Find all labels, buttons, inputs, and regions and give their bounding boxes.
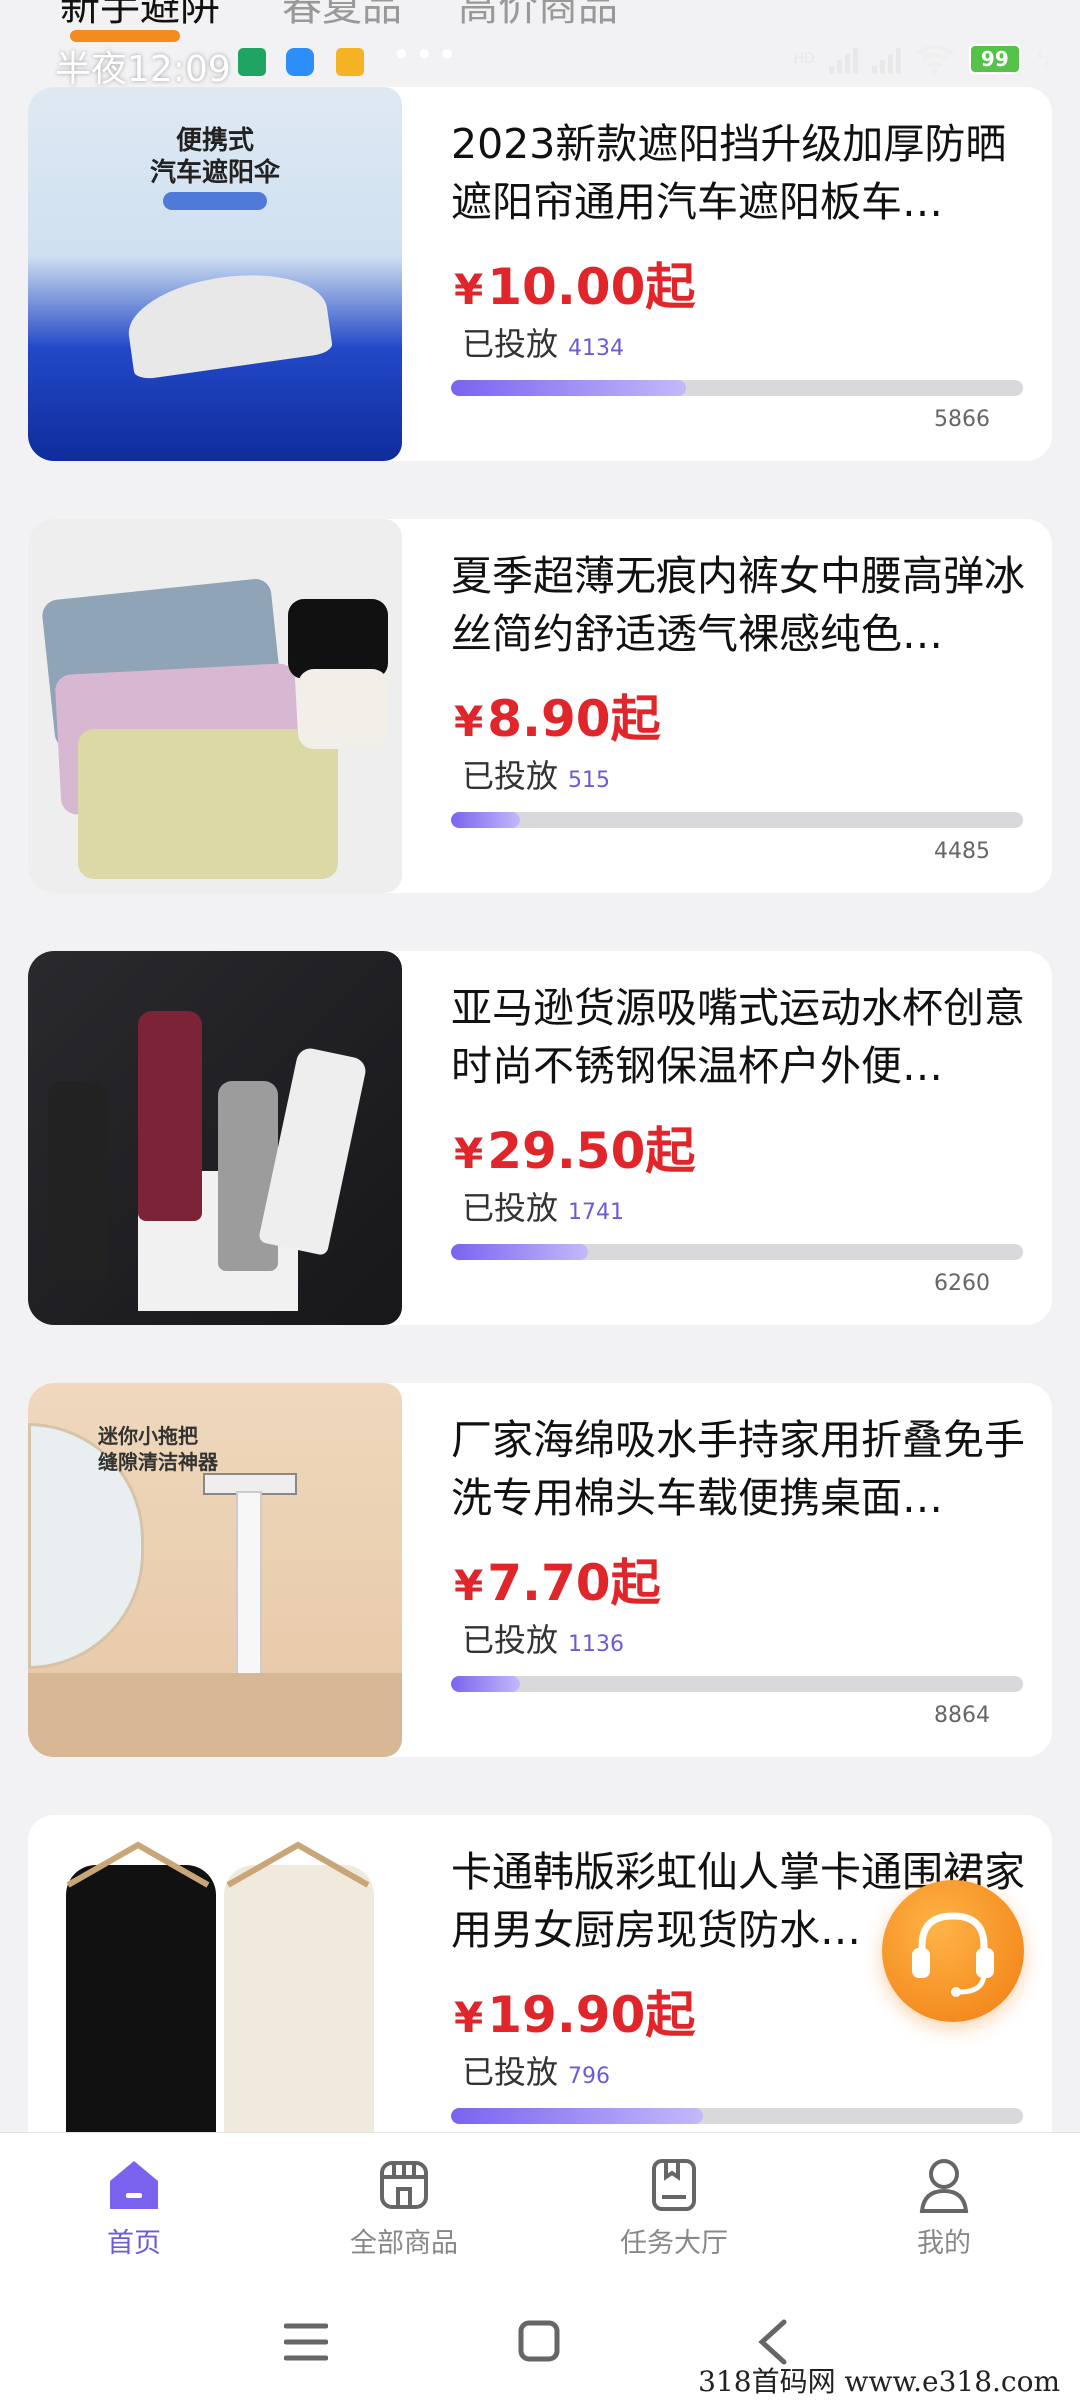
message-icon — [336, 48, 364, 76]
placed-count: 515 — [568, 768, 611, 793]
product-title[interactable]: 亚马逊货源吸嘴式运动水杯创意时尚不锈钢保温杯户外便… — [451, 979, 1031, 1095]
headset-icon — [912, 1912, 994, 1997]
nav-task-hall-label: 任务大厅 — [620, 2228, 728, 2259]
nav-profile-label: 我的 — [917, 2228, 971, 2259]
status-time: 半夜12:09 — [55, 49, 231, 90]
placed-count: 796 — [568, 2064, 611, 2089]
wifi-icon — [915, 45, 955, 74]
remaining-count: 6260 — [934, 1271, 990, 1296]
product-card[interactable]: 便携式 汽车遮阳伞 2023新款遮阳挡升级加厚防晒遮阳帘通用汽车遮阳板车… ¥1… — [28, 87, 1052, 461]
progress-bar — [451, 1676, 1023, 1692]
product-card[interactable]: 迷你小拖把 缝隙清洁神器 厂家海绵吸水手持家用折叠免手洗专用棉头车载便携桌面… … — [28, 1383, 1052, 1757]
status-bar: 半夜12:09 ••• HD 99 ϟ — [0, 36, 1080, 90]
product-image[interactable] — [28, 951, 402, 1325]
product-image[interactable]: 便携式 汽车遮阳伞 — [28, 87, 402, 461]
signal-icon — [828, 44, 858, 74]
progress-fill — [451, 1676, 520, 1692]
placed-info: 已投放 4134 — [462, 325, 625, 363]
product-title[interactable]: 厂家海绵吸水手持家用折叠免手洗专用棉头车载便携桌面… — [451, 1411, 1031, 1527]
cloth-white — [298, 669, 388, 749]
remaining-count: 4485 — [934, 839, 990, 864]
floor-shape — [28, 1673, 402, 1757]
watermark: 318首码网 www.e318.com — [698, 2365, 1060, 2398]
battery-icon: 99 — [968, 44, 1021, 74]
nav-all-products-label: 全部商品 — [350, 2228, 458, 2259]
product-image-caption: 便携式 汽车遮阳伞 — [149, 126, 280, 188]
remaining-count: 5866 — [934, 407, 990, 432]
cloud-icon — [286, 48, 314, 76]
progress-fill — [451, 380, 686, 396]
system-nav-bar: 318首码网 www.e318.com — [0, 2282, 1080, 2400]
placed-info: 已投放 796 — [462, 2053, 611, 2091]
product-price: ¥7.70起 — [454, 1554, 661, 1612]
progress-bar — [451, 2108, 1023, 2124]
tab-newbie[interactable]: 新手避阱 — [60, 0, 220, 32]
charging-icon: ϟ — [1034, 44, 1052, 74]
progress-bar — [451, 812, 1023, 828]
hanger-icons — [66, 1841, 370, 1888]
product-title[interactable]: 夏季超薄无痕内裤女中腰高弹冰丝简约舒适透气裸感纯色… — [451, 547, 1031, 663]
home-icon — [106, 2157, 162, 2213]
status-right: HD 99 ϟ — [794, 44, 1052, 74]
cloth-black — [288, 599, 388, 679]
progress-fill — [451, 812, 520, 828]
tab-spring-summer[interactable]: 春夏品 — [282, 0, 402, 32]
task-icon — [646, 2157, 702, 2213]
bottom-nav: 首页 全部商品 任务大厅 我的 — [0, 2132, 1080, 2283]
customer-service-button[interactable] — [882, 1880, 1024, 2022]
menu-icon[interactable] — [284, 2322, 328, 2362]
more-notifications-icon: ••• — [392, 36, 461, 74]
signal-icon-2 — [871, 44, 901, 74]
product-image-caption: 迷你小拖把 缝隙清洁神器 — [98, 1424, 218, 1474]
product-image[interactable]: 迷你小拖把 缝隙清洁神器 — [28, 1383, 402, 1757]
product-price: ¥29.50起 — [454, 1122, 696, 1180]
image-pill — [163, 192, 267, 210]
placed-count: 1136 — [568, 1632, 625, 1657]
download-icon — [238, 48, 266, 76]
product-price: ¥19.90起 — [454, 1986, 696, 2044]
nav-all-products[interactable]: 全部商品 — [304, 2147, 504, 2260]
profile-icon — [916, 2157, 972, 2213]
back-icon[interactable] — [756, 2318, 790, 2366]
progress-bar — [451, 1244, 1023, 1260]
progress-fill — [451, 2108, 703, 2124]
progress-fill — [451, 1244, 589, 1260]
bottle-black — [48, 1081, 108, 1281]
umbrella-shape — [122, 263, 334, 381]
tab-high-price[interactable]: 高价商品 — [458, 0, 618, 32]
placed-count: 1741 — [568, 1200, 625, 1225]
product-card[interactable]: 夏季超薄无痕内裤女中腰高弹冰丝简约舒适透气裸感纯色… ¥8.90起 已投放 515… — [28, 519, 1052, 893]
progress-bar — [451, 380, 1023, 396]
nav-profile[interactable]: 我的 — [844, 2147, 1044, 2260]
bottle-red — [138, 1011, 202, 1221]
placed-count: 4134 — [568, 336, 625, 361]
nav-task-hall[interactable]: 任务大厅 — [574, 2147, 774, 2260]
product-price: ¥10.00起 — [454, 258, 696, 316]
product-title[interactable]: 2023新款遮阳挡升级加厚防晒遮阳帘通用汽车遮阳板车… — [451, 115, 1031, 231]
remaining-count: 8864 — [934, 1703, 990, 1728]
placed-info: 已投放 1136 — [462, 1621, 625, 1659]
placed-info: 已投放 1741 — [462, 1189, 625, 1227]
product-image[interactable] — [28, 519, 402, 893]
placed-info: 已投放 515 — [462, 757, 611, 795]
hd-label: HD — [793, 51, 815, 67]
store-icon — [376, 2157, 432, 2213]
cloth-yellow — [78, 729, 338, 879]
home-square-icon[interactable] — [518, 2320, 560, 2362]
product-card[interactable]: 亚马逊货源吸嘴式运动水杯创意时尚不锈钢保温杯户外便… ¥29.50起 已投放 17… — [28, 951, 1052, 1325]
product-price: ¥8.90起 — [454, 690, 661, 748]
nav-home[interactable]: 首页 — [34, 2147, 234, 2260]
nav-home-label: 首页 — [107, 2228, 161, 2259]
